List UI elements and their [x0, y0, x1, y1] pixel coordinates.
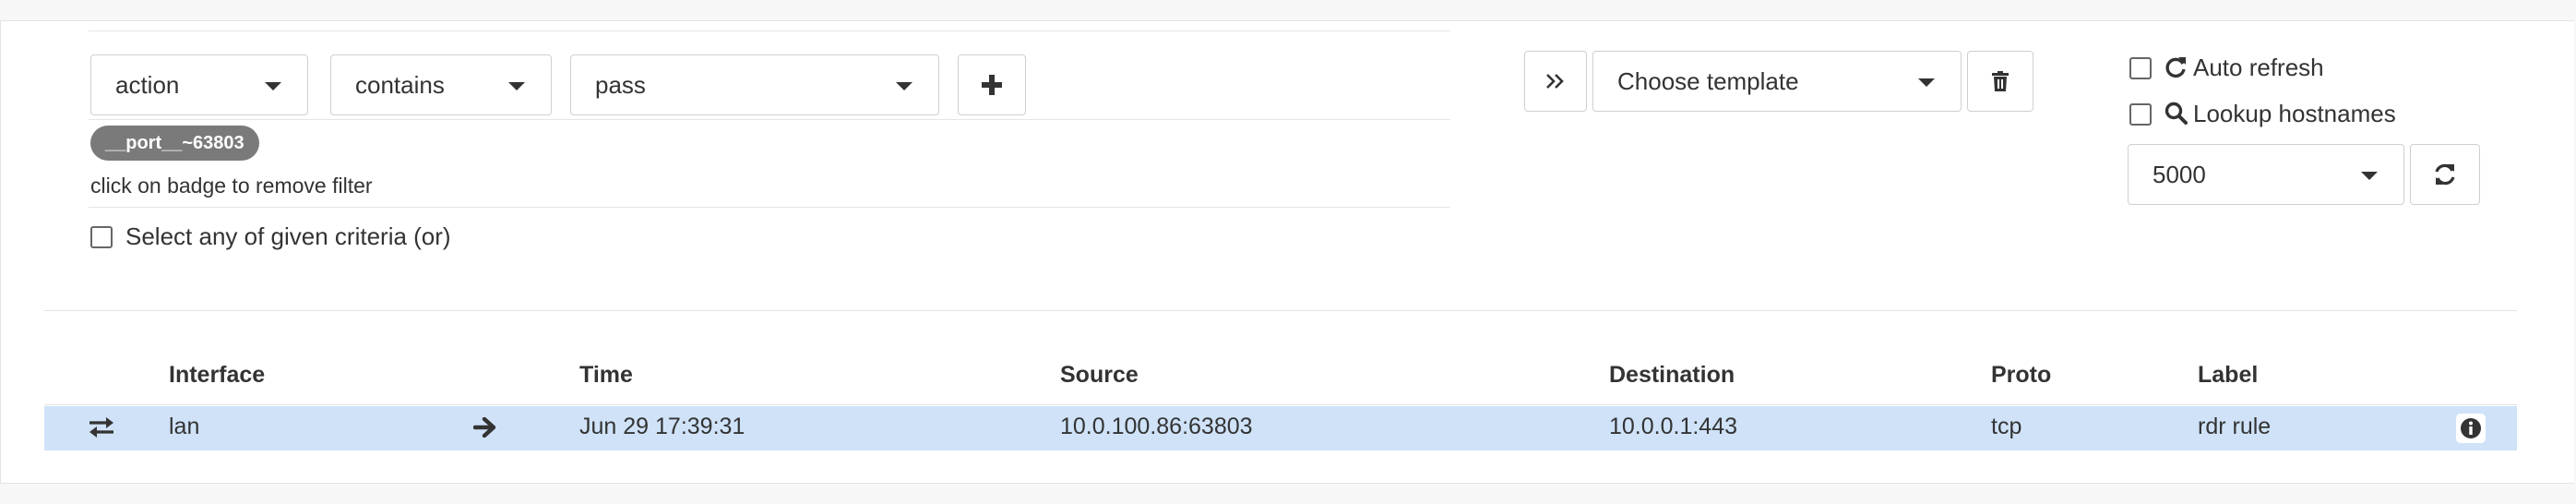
add-filter-button[interactable] — [958, 54, 1026, 115]
filter-operator-value: contains — [355, 70, 445, 99]
section-divider — [44, 310, 2517, 311]
exchange-icon — [89, 417, 113, 438]
filter-value-value: pass — [595, 70, 646, 99]
row-details-button[interactable] — [2456, 414, 2486, 443]
or-criteria-label: Select any of given criteria (or) — [125, 222, 451, 250]
filter-field-value: action — [115, 70, 180, 99]
column-header-time[interactable]: Time — [579, 362, 633, 389]
plus-icon — [982, 75, 1002, 95]
arrow-right-icon — [473, 417, 495, 438]
filter-operator-select[interactable]: contains — [330, 54, 552, 115]
row-label: rdr rule — [2198, 414, 2272, 439]
double-chevron-right-icon — [1546, 74, 1564, 89]
trash-icon — [1992, 71, 2009, 91]
search-icon — [2165, 102, 2188, 125]
or-criteria-checkbox[interactable] — [90, 226, 113, 248]
table-row[interactable] — [44, 406, 2517, 450]
chevron-down-icon — [1918, 78, 1935, 87]
chevron-down-icon — [896, 82, 912, 90]
row-time: Jun 29 17:39:31 — [579, 414, 745, 439]
column-header-proto[interactable]: Proto — [1991, 362, 2051, 389]
refresh-icon — [2435, 163, 2455, 186]
column-header-source[interactable]: Source — [1060, 362, 1139, 389]
limit-select[interactable]: 5000 — [2128, 144, 2404, 205]
template-select-value: Choose template — [1617, 66, 1799, 95]
column-header-destination[interactable]: Destination — [1609, 362, 1735, 389]
expand-template-button[interactable] — [1524, 51, 1587, 112]
filter-value-select[interactable]: pass — [570, 54, 939, 115]
active-filter-badge[interactable]: __port__~63803 — [90, 126, 259, 161]
badge-hint-text: click on badge to remove filter — [90, 174, 373, 198]
row-source: 10.0.100.86:63803 — [1060, 414, 1253, 439]
filter-divider — [89, 207, 1450, 208]
info-icon — [2461, 418, 2481, 438]
chevron-down-icon — [2361, 172, 2378, 180]
limit-select-value: 5000 — [2153, 160, 2206, 188]
template-select[interactable]: Choose template — [1592, 51, 1962, 112]
delete-template-button[interactable] — [1967, 51, 2033, 112]
chevron-down-icon — [508, 82, 525, 90]
filter-divider — [89, 119, 1450, 120]
auto-refresh-checkbox[interactable] — [2129, 57, 2152, 79]
filter-field-select[interactable]: action — [90, 54, 308, 115]
lookup-hostnames-label: Lookup hostnames — [2193, 100, 2396, 127]
auto-refresh-label: Auto refresh — [2193, 54, 2324, 81]
active-filter-badge-label: __port__~63803 — [105, 132, 244, 153]
chevron-down-icon — [265, 82, 281, 90]
table-header-divider — [44, 404, 2517, 405]
column-header-interface[interactable]: Interface — [169, 362, 265, 389]
refresh-icon — [2165, 57, 2186, 78]
row-destination: 10.0.0.1:443 — [1609, 414, 1738, 439]
row-interface: lan — [169, 414, 200, 439]
lookup-hostnames-checkbox[interactable] — [2129, 103, 2152, 126]
row-proto: tcp — [1991, 414, 2022, 439]
column-header-label[interactable]: Label — [2198, 362, 2258, 389]
refresh-button[interactable] — [2410, 144, 2480, 205]
